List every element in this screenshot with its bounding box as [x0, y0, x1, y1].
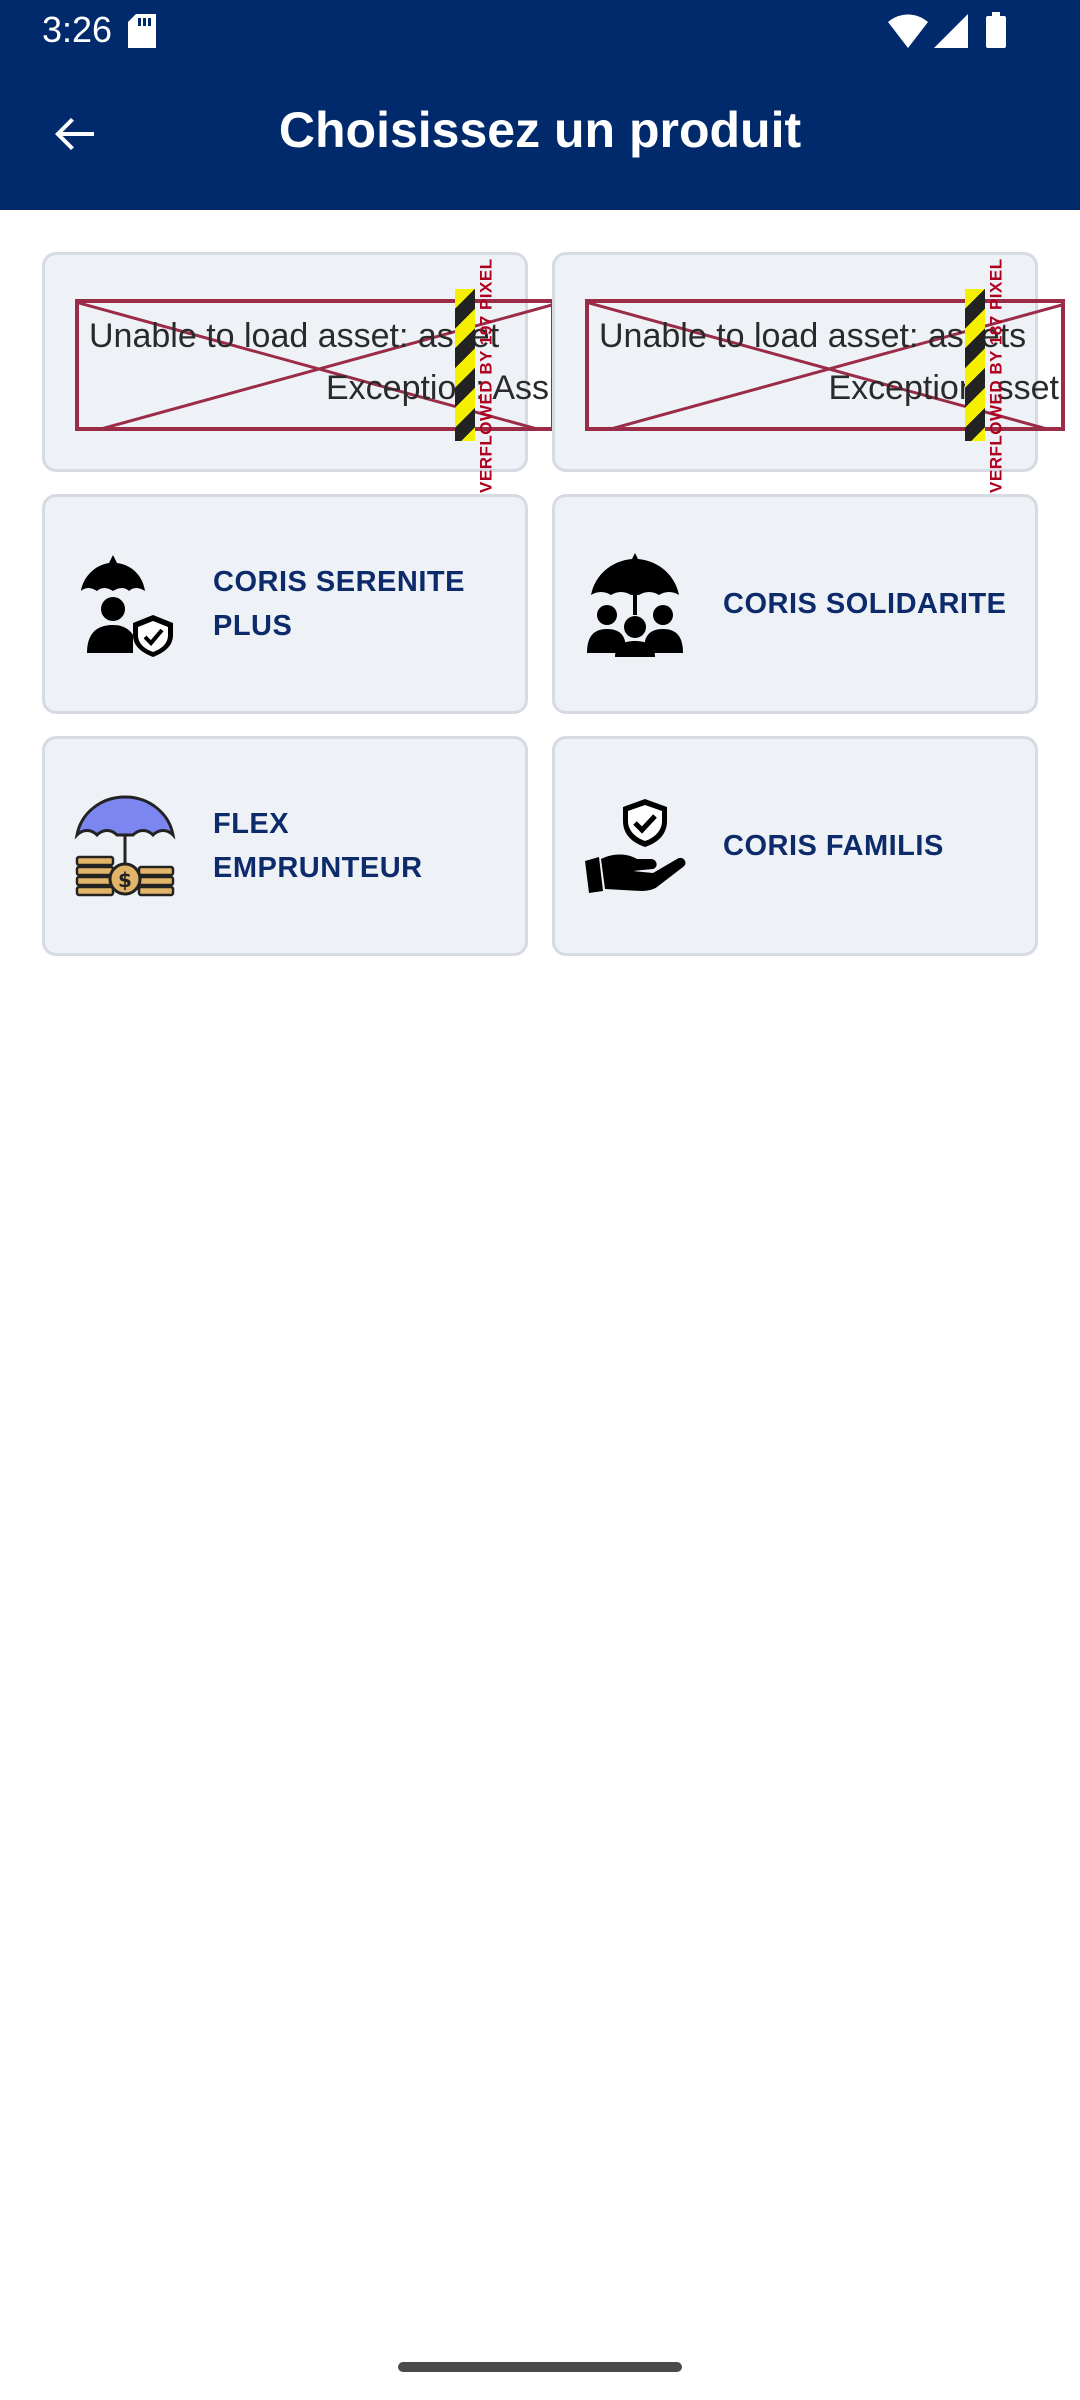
error-message-line-1: Unable to load asset: asset [89, 317, 500, 355]
product-label: FLEX EMPRUNTEUR [213, 808, 423, 884]
product-card-coris-serenite-plus[interactable]: CORIS SERENITE PLUS [42, 494, 528, 714]
battery-icon [986, 12, 1006, 53]
home-indicator[interactable] [398, 2362, 682, 2372]
svg-text:$: $ [118, 868, 132, 892]
product-label: CORIS SERENITE PLUS [213, 566, 465, 642]
product-card-coris-familis[interactable]: CORIS FAMILIS [552, 736, 1038, 956]
umbrella-person-shield-icon [73, 553, 177, 657]
app-bar: Choisissez un produit [0, 62, 1080, 210]
sd-card-icon [128, 14, 156, 53]
hand-shield-icon [583, 795, 687, 899]
page-title: Choisissez un produit [278, 102, 802, 158]
signal-icon [934, 14, 968, 53]
product-card-coris-solidarite[interactable]: CORIS SOLIDARITE [552, 494, 1038, 714]
product-card-error-2[interactable]: Unable to load asset: assets Exception: … [552, 252, 1065, 536]
product-card-flex-emprunteur[interactable]: $ FLEX EMPRUNTEUR [42, 736, 528, 956]
error-message-line-1: Unable to load asset: assets [599, 317, 1027, 355]
product-label: CORIS SOLIDARITE [723, 588, 1007, 620]
wifi-icon [888, 14, 928, 53]
umbrella-coins-icon: $ [73, 795, 177, 899]
status-time: 3:26 [42, 9, 113, 50]
status-bar: 3:26 [0, 0, 1080, 62]
product-label: CORIS FAMILIS [723, 830, 944, 862]
umbrella-group-icon [583, 553, 687, 657]
overflow-warning-stripe [965, 289, 985, 441]
overflow-warning-stripe [455, 289, 475, 441]
product-card-error-1[interactable]: Unable to load asset: asset Exception: A… [42, 252, 555, 536]
